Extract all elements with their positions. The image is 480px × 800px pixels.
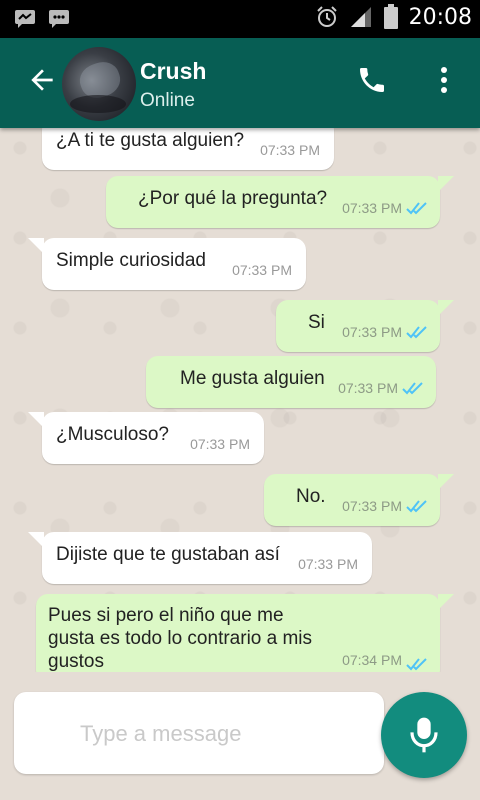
voice-message-button[interactable] [381,692,467,778]
microphone-icon [410,717,438,753]
message-time: 07:33 PM [342,498,402,514]
read-receipt-icon [402,382,423,395]
message-bubble-outgoing[interactable]: Pues si pero el niño que me gusta es tod… [36,594,454,672]
message-bubble-outgoing[interactable]: Me gusta alguien 07:33 PM [146,356,436,408]
message-bubble-incoming[interactable]: ¿Musculoso? 07:33 PM [28,412,264,464]
message-time: 07:33 PM [342,324,402,340]
message-text: Pues si pero el niño que me gusta es tod… [48,605,313,672]
message-text: Me gusta alguien [180,368,325,389]
message-text: ¿Por qué la pregunta? [138,188,328,209]
message-time: 07:33 PM [190,436,250,452]
alarm-icon [316,6,337,27]
message-text: ¿Musculoso? [56,424,169,445]
message-time: 07:34 PM [342,652,402,668]
sms-notification-icon [49,10,69,28]
message-text: Si [308,312,325,333]
battery-icon [383,4,398,29]
read-receipt-icon [406,500,427,513]
back-arrow-icon[interactable] [26,64,58,96]
message-text: ¿A ti te gusta alguien? [56,130,245,151]
message-time: 07:33 PM [342,200,402,216]
message-bubble-outgoing[interactable]: Si 07:33 PM [276,300,454,352]
more-options-icon[interactable] [432,64,456,96]
status-bar: 20:08 [0,0,480,38]
chat-header: Crush Online [0,38,480,128]
clock: 20:08 [408,4,472,30]
message-text: Dijiste que te gustaban así [56,544,280,565]
chat-area[interactable]: ¿A ti te gusta alguien? 07:33 PM ¿Por qu… [0,128,480,672]
message-time: 07:33 PM [338,380,398,396]
message-bubble-incoming[interactable]: ¿A ti te gusta alguien? 07:33 PM [42,128,334,170]
message-text: No. [296,486,326,507]
message-composer [14,692,384,774]
message-time: 07:33 PM [260,142,320,158]
message-bubble-incoming[interactable]: Dijiste que te gustaban así 07:33 PM [28,532,372,584]
message-text: Simple curiosidad [56,250,206,271]
phone-call-icon[interactable] [356,64,388,96]
message-bubble-incoming[interactable]: Simple curiosidad 07:33 PM [28,238,306,290]
message-time: 07:33 PM [232,262,292,278]
message-bubble-outgoing[interactable]: ¿Por qué la pregunta? 07:33 PM [106,176,454,228]
contact-status: Online [140,90,195,111]
message-input[interactable] [78,714,372,754]
contact-name[interactable]: Crush [140,58,206,85]
read-receipt-icon [406,326,427,339]
read-receipt-icon [406,202,427,215]
message-bubble-outgoing[interactable]: No. 07:33 PM [264,474,454,526]
signal-icon [350,7,371,27]
message-time: 07:33 PM [298,556,358,572]
read-receipt-icon [406,658,427,671]
contact-avatar[interactable] [62,47,136,121]
chat-notification-icon [15,10,35,28]
